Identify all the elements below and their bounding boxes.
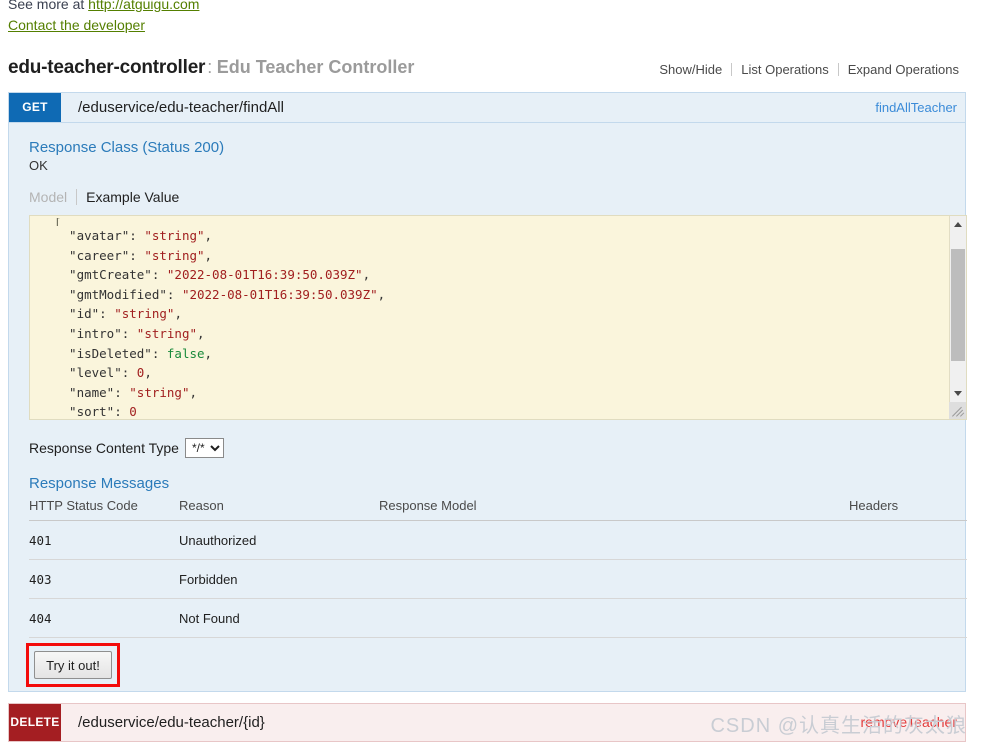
tab-model[interactable]: Model (29, 189, 76, 205)
expand-operations-button[interactable]: Expand Operations (839, 62, 968, 77)
scroll-down-arrow-icon[interactable] (950, 385, 966, 402)
th-reason: Reason (179, 496, 379, 521)
cell-reason: Forbidden (179, 559, 379, 599)
json-line: "level": 0, (54, 365, 152, 381)
response-messages-title: Response Messages (29, 475, 170, 492)
json-line: "avatar": "string", (54, 228, 213, 243)
api-info-links: See more at http://atguigu.com Contact t… (8, 0, 199, 36)
json-line: "gmtModified": "2022-08-01T16:39:50.039Z… (54, 286, 386, 302)
th-response-model: Response Model (379, 496, 849, 521)
cell-headers (849, 559, 967, 599)
cell-response-model (379, 598, 849, 638)
cell-headers (849, 520, 967, 560)
list-operations-button[interactable]: List Operations (732, 62, 837, 77)
example-value-code-block: [ "avatar": "string", "career": "string"… (29, 215, 967, 420)
code-vertical-scrollbar[interactable] (949, 216, 966, 419)
contact-developer-link[interactable]: Contact the developer (8, 17, 145, 33)
cell-headers (849, 598, 967, 638)
table-row: 403 Forbidden (29, 559, 967, 599)
response-content-type-row: Response Content Type */* (29, 438, 945, 458)
see-more-row: See more at http://atguigu.com (8, 0, 199, 15)
json-line: "id": "string", (54, 306, 182, 322)
response-messages-table: HTTP Status Code Reason Response Model H… (29, 496, 967, 638)
response-content-type-select[interactable]: */* (184, 438, 224, 458)
json-line: "gmtCreate": "2022-08-01T16:39:50.039Z", (54, 267, 371, 283)
operation-delete-nickname-link[interactable]: removeTeacher (861, 704, 958, 741)
try-it-out-button[interactable]: Try it out! (34, 651, 112, 679)
operation-nickname-link[interactable]: findAllTeacher (875, 93, 957, 122)
operation-body: Response Class (Status 200) OK Model Exam… (9, 123, 967, 691)
atguigu-link[interactable]: http://atguigu.com (88, 0, 199, 12)
resource-name[interactable]: edu-teacher-controller (8, 57, 205, 78)
json-line: "sort": 0 (54, 404, 137, 419)
operation-delete-path[interactable]: /eduservice/edu-teacher/{id} (78, 704, 265, 741)
code-scroll-area: [ "avatar": "string", "career": "string"… (30, 216, 949, 419)
http-method-badge-get: GET (9, 93, 61, 122)
cell-reason: Unauthorized (179, 520, 379, 560)
show-hide-button[interactable]: Show/Hide (650, 62, 731, 77)
cell-status-code: 403 (29, 559, 179, 599)
table-row: 401 Unauthorized (29, 520, 967, 560)
model-example-tabs: Model Example Value (29, 189, 945, 209)
json-line: "name": "string", (54, 384, 198, 400)
json-line: "isDeleted": false, (54, 345, 213, 361)
response-content-type-label: Response Content Type (29, 440, 179, 456)
example-json: [ "avatar": "string", "career": "string"… (30, 216, 949, 419)
json-line: "career": "string", (54, 247, 213, 263)
try-it-out-zone: Try it out! (26, 643, 945, 691)
json-open-bracket: [ (54, 218, 62, 226)
table-header-row: HTTP Status Code Reason Response Model H… (29, 496, 967, 521)
resource-description: Edu Teacher Controller (216, 57, 415, 77)
resource-options: Show/Hide List Operations Expand Operation… (650, 62, 968, 77)
scrollbar-thumb[interactable] (951, 249, 965, 361)
response-class-title: Response Class (Status 200) (29, 139, 225, 156)
cell-response-model (379, 520, 849, 560)
swagger-ui-page: See more at http://atguigu.com Contact t… (0, 0, 989, 744)
json-line: "intro": "string", (54, 325, 205, 341)
resource-heading: edu-teacher-controller: Edu Teacher Cont… (8, 57, 968, 85)
scroll-up-arrow-icon[interactable] (950, 216, 966, 233)
operation-delete-removeteacher[interactable]: DELETE /eduservice/edu-teacher/{id} remo… (8, 703, 966, 742)
th-headers: Headers (849, 496, 967, 521)
table-row: 404 Not Found (29, 598, 967, 638)
tab-example-value[interactable]: Example Value (76, 189, 188, 205)
http-method-badge-delete: DELETE (9, 704, 61, 741)
contact-row: Contact the developer (8, 15, 199, 36)
cell-status-code: 401 (29, 520, 179, 560)
th-http-status-code: HTTP Status Code (29, 496, 179, 521)
operation-path[interactable]: /eduservice/edu-teacher/findAll (78, 93, 284, 122)
resource-separator: : (207, 57, 213, 77)
operation-get-findall: GET /eduservice/edu-teacher/findAll find… (8, 92, 967, 692)
cell-status-code: 404 (29, 598, 179, 638)
see-more-label: See more at (8, 0, 89, 12)
response-class-status: OK (29, 158, 48, 173)
cell-response-model (379, 559, 849, 599)
cell-reason: Not Found (179, 598, 379, 638)
response-messages-body: 401 Unauthorized 403 Forbidden 404 Not Found (29, 520, 967, 638)
resize-grip-icon[interactable] (949, 402, 966, 419)
operation-header[interactable]: GET /eduservice/edu-teacher/findAll find… (9, 93, 965, 123)
